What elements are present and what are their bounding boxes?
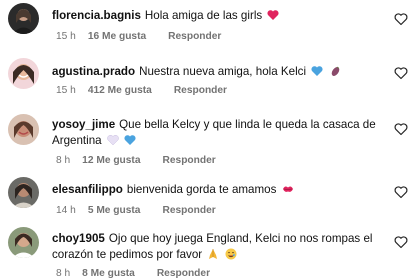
comment-likes[interactable]: 412 Me gusta [88, 85, 152, 96]
comment-body: elesanfilippo bienvenida gorda te amamos [52, 182, 386, 198]
comment-time: 15 h [56, 85, 76, 96]
comment-time: 14 h [56, 205, 76, 216]
comment-likes[interactable]: 12 Me gusta [82, 155, 140, 166]
comment-body: florencia.bagnis Hola amiga de las girls [52, 8, 386, 24]
like-heart-icon[interactable] [394, 66, 408, 80]
comment-username[interactable]: elesanfilippo [52, 183, 123, 196]
comment-time: 8 h [56, 155, 71, 166]
avatar[interactable] [8, 177, 39, 208]
like-heart-icon[interactable] [394, 235, 408, 249]
comment-likes[interactable]: 16 Me gusta [88, 31, 146, 42]
reply-button[interactable]: Responder [163, 155, 216, 166]
kiss-mark-emoji-icon [282, 186, 293, 192]
reply-button[interactable]: Responder [162, 205, 215, 216]
red-heart-emoji-icon [267, 10, 279, 20]
reply-button[interactable]: Responder [168, 31, 221, 42]
reply-button[interactable]: Responder [174, 85, 227, 96]
avatar[interactable] [8, 227, 39, 258]
comment-time: 15 h [56, 31, 76, 42]
avatar[interactable] [8, 3, 39, 34]
comment-time: 8 h [56, 268, 71, 279]
like-heart-icon[interactable] [394, 122, 408, 136]
comment-meta: 15 h 16 Me gusta Responder [56, 31, 233, 42]
like-heart-icon[interactable] [394, 12, 408, 26]
comment-body: yosoy_jime Que bella Kelcy y que linda le… [52, 117, 386, 149]
smiling-face-with-tear-emoji-icon [225, 248, 237, 260]
comment-meta: 15 h 412 Me gusta Responder [56, 85, 239, 96]
white-heart-emoji-icon [107, 134, 119, 146]
folded-hands-emoji-icon [209, 249, 218, 259]
comment-text: Nuestra nueva amiga, hola Kelci [139, 65, 307, 78]
like-heart-icon[interactable] [394, 185, 408, 199]
blue-heart-emoji-icon [124, 135, 136, 145]
comment-username[interactable]: yosoy_jime [52, 118, 115, 131]
eggplant-emoji-icon [331, 66, 339, 76]
comment-body: agustina.prado Nuestra nueva amiga, hola … [52, 64, 386, 80]
comment-text: Hola amiga de las girls [144, 9, 263, 22]
blue-heart-emoji-icon [311, 66, 323, 76]
comment-username[interactable]: agustina.prado [52, 65, 135, 78]
comment-meta: 8 h 12 Me gusta Responder [56, 155, 228, 166]
reply-button[interactable]: Responder [157, 268, 210, 279]
comment-meta: 8 h 8 Me gusta Responder [56, 268, 222, 279]
comment-text: bienvenida gorda te amamos [126, 183, 277, 196]
comment-likes[interactable]: 5 Me gusta [88, 205, 141, 216]
comment-username[interactable]: choy1905 [52, 232, 105, 245]
avatar[interactable] [8, 58, 39, 89]
avatar[interactable] [8, 114, 39, 145]
comment-meta: 14 h 5 Me gusta Responder [56, 205, 228, 216]
comment-username[interactable]: florencia.bagnis [52, 9, 141, 22]
comment-body: choy1905 Ojo que hoy juega England, Kelci… [52, 231, 386, 263]
comment-likes[interactable]: 8 Me gusta [82, 268, 135, 279]
